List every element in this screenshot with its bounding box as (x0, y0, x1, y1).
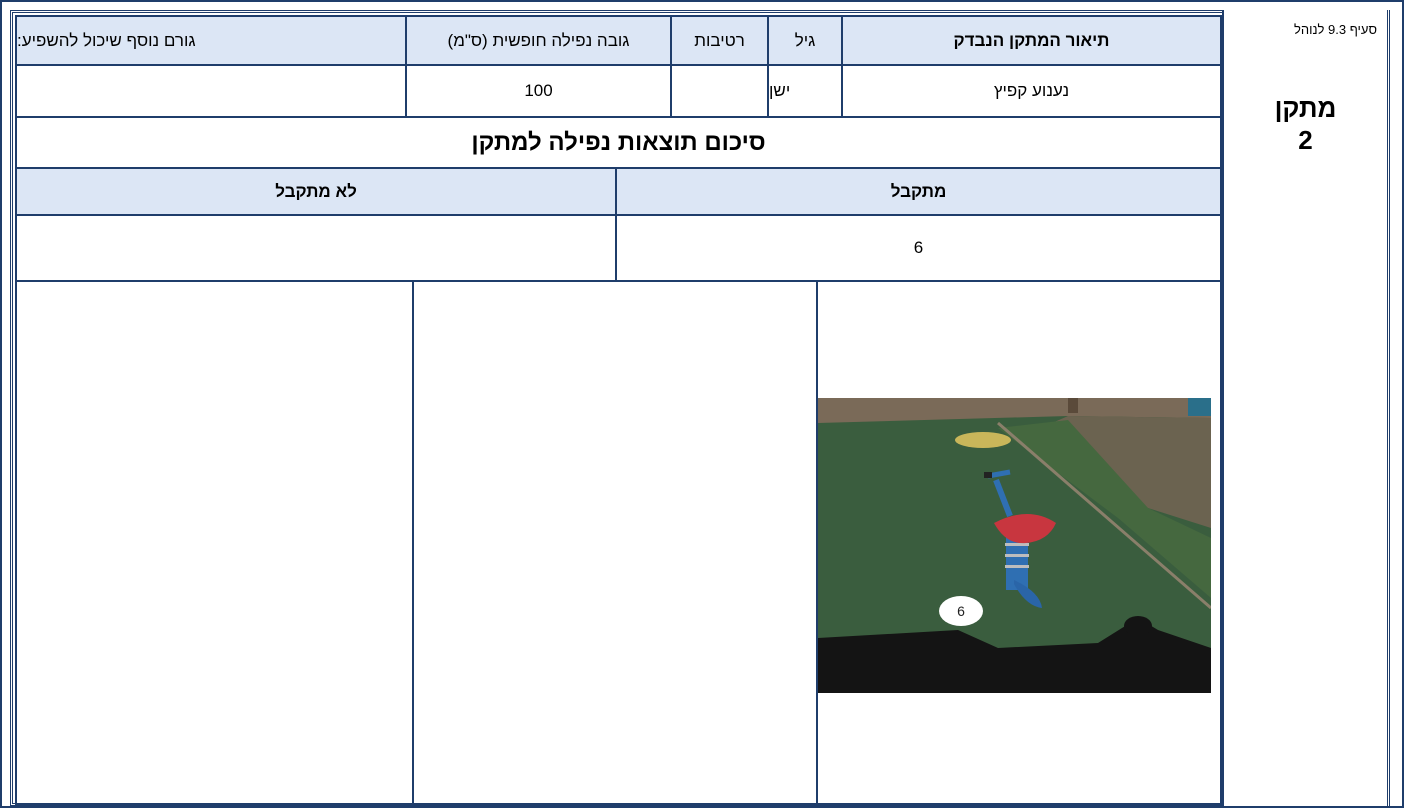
side-panel: סעיף 9.3 לנוהל מתקן 2 (1222, 10, 1390, 806)
header-not-acceptable: לא מתקבל (15, 167, 617, 216)
device-label: מתקן 2 (1224, 92, 1387, 156)
header-acceptable: מתקבל (615, 167, 1222, 216)
value-fall-height: 100 (405, 64, 672, 118)
spring-rider-photo (818, 398, 1211, 693)
value-acceptable: 6 (615, 214, 1222, 282)
value-description: נענוע קפיץ (841, 64, 1222, 118)
equipment-photo: 6 (818, 398, 1211, 693)
header-fall-height: גובה נפילה חופשית (ס"מ) (405, 15, 672, 66)
device-label-title: מתקן (1274, 93, 1337, 123)
device-label-number: 2 (1298, 125, 1313, 155)
value-age: ישן (767, 64, 843, 118)
header-moisture: רטיבות (670, 15, 769, 66)
value-not-acceptable (15, 214, 617, 282)
value-moisture (670, 64, 769, 118)
header-other-factor: גורם נוסף שיכול להשפיע: (15, 15, 407, 66)
clause-reference: סעיף 9.3 לנוהל (1293, 22, 1377, 37)
header-age: גיל (767, 15, 843, 66)
summary-title: סיכום תוצאות נפילה למתקן (15, 116, 1222, 169)
photo-cell-2 (412, 280, 818, 806)
photo-cell-3 (15, 280, 414, 806)
photo-marker: 6 (939, 596, 983, 626)
value-other-factor (15, 64, 407, 118)
header-description: תיאור המתקן הנבדק (841, 15, 1222, 66)
